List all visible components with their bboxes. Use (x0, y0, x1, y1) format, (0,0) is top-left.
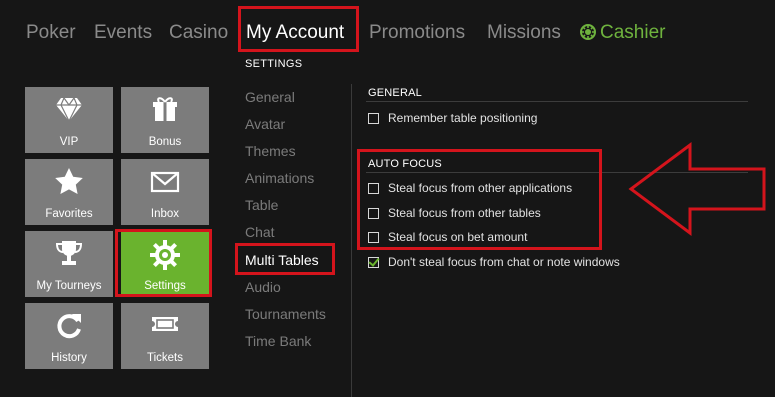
envelope-icon (150, 171, 180, 193)
multi-tables-highlight (235, 243, 335, 275)
nav-casino[interactable]: Casino (169, 22, 228, 44)
menu-item-general[interactable]: General (245, 89, 295, 105)
ticket-icon (152, 317, 178, 331)
vertical-divider (351, 84, 352, 397)
tile-favorites[interactable]: Favorites (25, 159, 113, 225)
tile-label: VIP (59, 136, 79, 148)
menu-item-chat[interactable]: Chat (245, 224, 275, 240)
remember-table-positioning-option[interactable]: Remember table positioning (368, 110, 537, 126)
nav-cashier[interactable]: Cashier (580, 22, 665, 44)
nav-promotions[interactable]: Promotions (369, 22, 465, 44)
poker-chip-icon (580, 24, 596, 40)
my-account-highlight (238, 6, 359, 52)
page-subheading: SETTINGS (245, 58, 303, 70)
arrow-annotation-icon (628, 142, 766, 236)
nav-events[interactable]: Events (94, 22, 152, 44)
tile-vip[interactable]: VIP (25, 87, 113, 153)
tile-label: Favorites (45, 208, 93, 220)
option-label: Remember table positioning (388, 111, 538, 125)
menu-item-audio[interactable]: Audio (245, 279, 281, 295)
section-divider (366, 101, 748, 102)
nav-poker[interactable]: Poker (26, 22, 76, 44)
tile-label: My Tourneys (36, 280, 102, 292)
menu-item-themes[interactable]: Themes (245, 143, 296, 159)
refresh-icon (57, 314, 81, 339)
section-title-general: GENERAL (368, 87, 422, 99)
gift-icon (153, 97, 177, 121)
tile-my-tourneys[interactable]: My Tourneys (25, 231, 113, 297)
checkbox-checked[interactable] (368, 256, 379, 268)
tile-history[interactable]: History (25, 303, 113, 369)
tile-label: Tickets (147, 352, 183, 364)
checkbox[interactable] (368, 112, 379, 124)
menu-item-tournaments[interactable]: Tournaments (245, 306, 326, 322)
menu-item-time-bank[interactable]: Time Bank (245, 333, 311, 349)
auto-focus-highlight (357, 149, 602, 250)
trophy-icon (55, 241, 83, 265)
tile-label: Inbox (150, 208, 180, 220)
dont-steal-focus-chat-option[interactable]: Don't steal focus from chat or note wind… (368, 254, 620, 270)
settings-tile-highlight (115, 229, 212, 297)
menu-item-table[interactable]: Table (245, 197, 278, 213)
tile-inbox[interactable]: Inbox (121, 159, 209, 225)
tile-bonus[interactable]: Bonus (121, 87, 209, 153)
tile-label: Bonus (148, 136, 182, 148)
diamond-icon (56, 97, 82, 122)
cashier-label: Cashier (600, 22, 666, 43)
option-label: Don't steal focus from chat or note wind… (388, 255, 620, 269)
tile-tickets[interactable]: Tickets (121, 303, 209, 369)
star-icon (55, 168, 83, 194)
menu-item-avatar[interactable]: Avatar (245, 116, 285, 132)
top-navigation: Poker Events Casino My Account Promotion… (0, 0, 775, 66)
menu-item-animations[interactable]: Animations (245, 170, 314, 186)
nav-missions[interactable]: Missions (487, 22, 561, 44)
tile-label: History (51, 352, 87, 364)
